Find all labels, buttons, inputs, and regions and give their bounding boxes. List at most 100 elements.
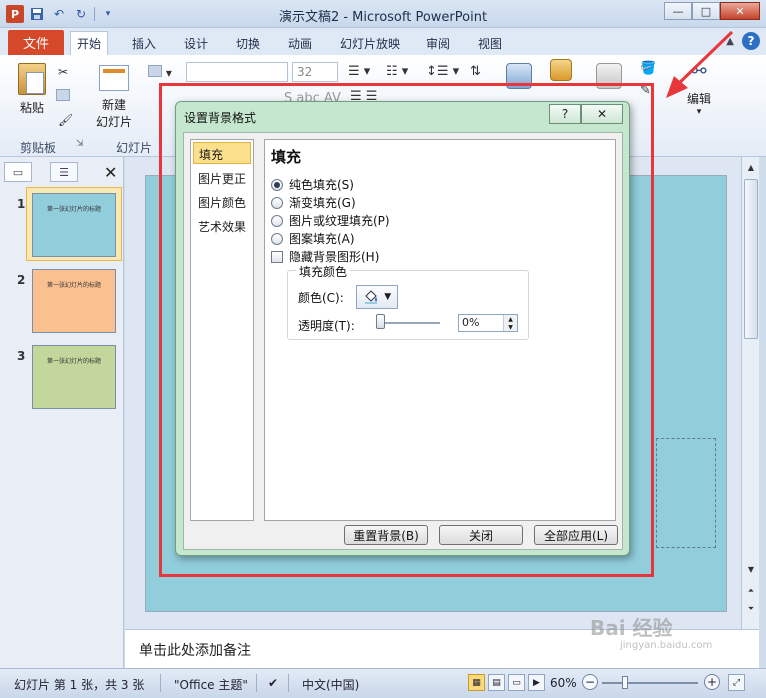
scroll-thumb[interactable] [744, 179, 758, 339]
transparency-slider-track[interactable] [378, 322, 440, 324]
reset-background-button[interactable]: 重置背景(B) [344, 525, 428, 545]
apply-to-all-button[interactable]: 全部应用(L) [534, 525, 618, 545]
category-artistic-effects[interactable]: 艺术效果 [193, 215, 251, 237]
spellcheck-icon[interactable]: ✔ [268, 676, 278, 690]
picture-texture-fill-radio[interactable] [271, 214, 283, 227]
tab-view[interactable]: 视图 [472, 32, 508, 55]
tab-design[interactable]: 设计 [178, 32, 214, 55]
gradient-fill-option[interactable]: 渐变填充(G) [271, 194, 356, 211]
shapes-icon[interactable] [506, 63, 532, 89]
slideshow-view-icon[interactable]: ▶ [528, 674, 545, 691]
new-slide-button[interactable]: 新建 幻灯片 [96, 65, 132, 130]
fill-heading: 填充 [271, 148, 302, 166]
spin-up-icon[interactable]: ▲ [503, 315, 517, 323]
normal-view-icon[interactable]: ▦ [468, 674, 485, 691]
shape-outline-icon[interactable]: ✎ [640, 83, 651, 98]
editing-dropdown-icon: ▾ [696, 107, 702, 117]
fill-color-group: 填充颜色 颜色(C): ▼ 透明度(T): 0% ▲ ▼ [287, 263, 529, 340]
format-background-dialog: 设置背景格式 ? ✕ 填充 图片更正 图片颜色 艺术效果 填充 纯色填充(S) … [175, 101, 630, 556]
zoom-out-icon[interactable]: − [582, 674, 598, 690]
hide-background-graphics-checkbox[interactable] [271, 250, 283, 263]
slides-tab-icon[interactable]: ▭ [4, 162, 32, 182]
font-size-input[interactable]: 32 [292, 62, 338, 82]
shape-fill-icon[interactable]: 🪣 [640, 61, 656, 76]
tab-file[interactable]: 文件 [8, 30, 64, 55]
category-picture-corrections[interactable]: 图片更正 [193, 167, 251, 189]
thumbnail-title: 第一张幻灯片的标题 [46, 282, 101, 289]
category-list: 填充 图片更正 图片颜色 艺术效果 [190, 139, 254, 521]
paste-button[interactable]: 粘贴 [18, 63, 46, 116]
slide-sorter-icon[interactable]: ▤ [488, 674, 505, 691]
dialog-close-footer-button[interactable]: 关闭 [439, 525, 523, 545]
notes-placeholder: 单击此处添加备注 [139, 643, 251, 659]
transparency-label: 透明度(T): [298, 319, 355, 333]
solid-fill-radio[interactable] [271, 178, 283, 191]
scroll-down-icon[interactable]: ▼ [742, 561, 760, 577]
outline-tab-icon[interactable]: ☰ [50, 162, 78, 182]
slide-thumbnail[interactable]: 第一张幻灯片的标题 [32, 269, 116, 333]
font-name-input[interactable] [186, 62, 288, 82]
layout-icon[interactable]: ▾ [148, 65, 172, 80]
close-pane-icon[interactable]: ✕ [104, 163, 117, 182]
fit-to-window-icon[interactable]: ⤢ [728, 674, 745, 691]
solid-fill-option[interactable]: 纯色填充(S) [271, 176, 354, 193]
category-picture-color[interactable]: 图片颜色 [193, 191, 251, 213]
arrange-icon[interactable] [550, 59, 572, 81]
tab-insert[interactable]: 插入 [126, 32, 162, 55]
transparency-slider-knob[interactable] [376, 314, 385, 329]
slide-placeholder-box[interactable] [656, 438, 716, 548]
tab-slideshow[interactable]: 幻灯片放映 [334, 32, 406, 55]
slides-pane: ▭ ☰ ✕ 1 第一张幻灯片的标题 2 第一张幻灯片的标题 3 第一张幻灯片的标… [0, 157, 124, 668]
slide-thumbnail[interactable]: 第一张幻灯片的标题 [32, 345, 116, 409]
picture-texture-fill-option[interactable]: 图片或纹理填充(P) [271, 212, 390, 229]
numbering-icon[interactable]: ☷ ▾ [386, 64, 408, 79]
gradient-fill-radio[interactable] [271, 196, 283, 209]
tab-home[interactable]: 开始 [70, 31, 109, 55]
dialog-help-button[interactable]: ? [549, 104, 581, 124]
next-slide-icon[interactable]: ⏷ [742, 601, 760, 617]
transparency-value: 0% [462, 316, 480, 329]
transparency-spinbox[interactable]: 0% ▲ ▼ [458, 314, 518, 332]
maximize-button[interactable]: □ [692, 2, 720, 20]
close-window-button[interactable]: ✕ [720, 2, 760, 20]
watermark-url: jingyan.baidu.com [620, 640, 713, 651]
slide-thumbnail[interactable]: 第一张幻灯片的标题 [32, 193, 116, 257]
category-fill[interactable]: 填充 [193, 142, 251, 164]
minimize-button[interactable]: — [664, 2, 692, 20]
gradient-fill-label: 渐变填充(G) [289, 196, 356, 210]
zoom-slider-knob[interactable] [622, 676, 628, 689]
spin-down-icon[interactable]: ▼ [503, 323, 517, 331]
new-slide-icon [99, 65, 129, 91]
pattern-fill-option[interactable]: 图案填充(A) [271, 230, 355, 247]
watermark-logo: Bai 经验 [590, 616, 673, 640]
help-icon[interactable]: ? [742, 32, 760, 50]
vertical-scrollbar[interactable]: ▲ ▼ ⏶ ⏷ [741, 157, 759, 629]
zoom-in-icon[interactable]: + [704, 674, 720, 690]
text-direction-icon[interactable]: ⇅ [470, 64, 481, 79]
prev-slide-icon[interactable]: ⏶ [742, 583, 760, 599]
color-picker-button[interactable]: ▼ [356, 285, 398, 309]
zoom-slider-track[interactable] [602, 682, 698, 684]
clipboard-group-label: 剪贴板 [20, 141, 57, 155]
format-painter-icon[interactable]: 🖌 [58, 113, 73, 127]
chevron-down-icon: ▼ [384, 292, 392, 302]
thumbnail-title: 第一张幻灯片的标题 [46, 206, 101, 213]
tab-transitions[interactable]: 切换 [230, 32, 266, 55]
language-status[interactable]: 中文(中国) [302, 676, 359, 693]
zoom-level[interactable]: 60% [550, 676, 577, 690]
clipboard-launcher-icon[interactable]: ⇲ [76, 139, 84, 149]
scissors-icon[interactable]: ✂ [58, 65, 68, 79]
scroll-up-icon[interactable]: ▲ [742, 159, 760, 175]
pattern-fill-radio[interactable] [271, 232, 283, 245]
reading-view-icon[interactable]: ▭ [508, 674, 525, 691]
dialog-close-button[interactable]: ✕ [581, 104, 623, 124]
line-spacing-icon[interactable]: ↕☰ ▾ [426, 64, 459, 79]
copy-icon[interactable] [56, 89, 70, 104]
theme-status[interactable]: "Office 主题" [174, 676, 248, 693]
window-title: 演示文稿2 - Microsoft PowerPoint [278, 10, 488, 25]
clipboard-icon [18, 63, 46, 95]
bullets-icon[interactable]: ☰ ▾ [348, 64, 370, 79]
tab-review[interactable]: 审阅 [420, 32, 456, 55]
quick-styles-icon[interactable] [596, 63, 622, 89]
tab-animations[interactable]: 动画 [282, 32, 318, 55]
